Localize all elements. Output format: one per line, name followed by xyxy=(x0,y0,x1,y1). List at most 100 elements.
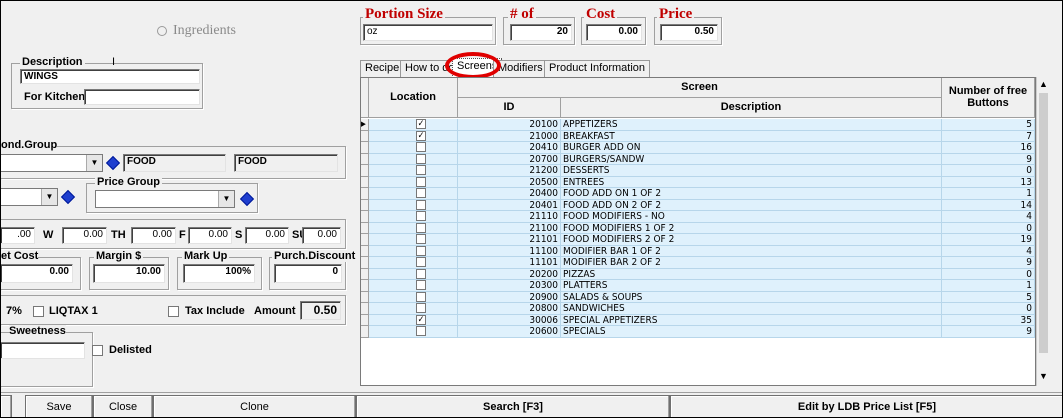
id-cell[interactable]: 11100 xyxy=(458,245,561,257)
location-checkbox[interactable] xyxy=(416,211,426,221)
location-checkbox[interactable]: ✓ xyxy=(416,314,426,325)
location-checkbox[interactable] xyxy=(416,199,426,210)
ingredients-radio[interactable] xyxy=(157,26,167,36)
location-cell[interactable] xyxy=(369,303,458,315)
location-checkbox[interactable] xyxy=(416,165,426,175)
location-checkbox[interactable]: ✓ xyxy=(416,130,426,141)
id-cell[interactable]: 20401 xyxy=(458,199,561,211)
location-cell[interactable] xyxy=(369,188,458,200)
description-cell[interactable]: FOOD ADD ON 1 OF 2 xyxy=(561,188,942,200)
free-buttons-cell[interactable]: 5 xyxy=(942,291,1035,303)
table-row[interactable]: 20410 BURGER ADD ON 16 xyxy=(361,142,1035,154)
free-buttons-cell[interactable]: 4 xyxy=(942,245,1035,257)
description-cell[interactable]: FOOD MODIFIERS 2 OF 2 xyxy=(561,234,942,246)
id-cell[interactable]: 20500 xyxy=(458,176,561,188)
description-cell[interactable]: PLATTERS xyxy=(561,280,942,292)
id-cell[interactable]: 21200 xyxy=(458,165,561,177)
margin-field[interactable]: 10.00 xyxy=(93,264,165,283)
location-cell[interactable] xyxy=(369,153,458,165)
table-row[interactable]: 21200 DESSERTS 0 xyxy=(361,165,1035,177)
location-checkbox[interactable] xyxy=(416,303,426,313)
description-cell[interactable]: BREAKFAST xyxy=(561,130,942,142)
table-row[interactable]: 20500 ENTREES 13 xyxy=(361,176,1035,188)
row-indicator[interactable] xyxy=(361,314,369,326)
row-indicator[interactable] xyxy=(361,211,369,223)
id-cell[interactable]: 20700 xyxy=(458,153,561,165)
description-cell[interactable]: MODIFIER BAR 2 OF 2 xyxy=(561,257,942,269)
table-row[interactable]: 20401 FOOD ADD ON 2 OF 2 14 xyxy=(361,199,1035,211)
id-cell[interactable]: 21110 xyxy=(458,211,561,223)
free-buttons-cell[interactable]: 9 xyxy=(942,257,1035,269)
location-checkbox[interactable] xyxy=(416,257,426,267)
id-cell[interactable]: 20800 xyxy=(458,303,561,315)
edit-by-ldb-price-list-button[interactable]: Edit by LDB Price List [F5] xyxy=(670,395,1062,417)
id-cell[interactable]: 21100 xyxy=(458,222,561,234)
table-row[interactable]: 21100 FOOD MODIFIERS 1 OF 20 xyxy=(361,222,1035,234)
day-price-th[interactable]: 0.00 xyxy=(62,227,107,244)
tab-recipe[interactable]: Recipe xyxy=(360,60,405,77)
table-row[interactable]: 20700 BURGERS/SANDW 9 xyxy=(361,153,1035,165)
delisted-checkbox[interactable] xyxy=(92,345,103,356)
cond-group-lookup-icon[interactable] xyxy=(105,155,121,171)
location-cell[interactable]: ✓ xyxy=(369,314,458,326)
tab-modifiers[interactable]: Modifiers xyxy=(493,60,548,77)
day-price-su[interactable]: 0.00 xyxy=(245,227,289,244)
table-row[interactable]: ✓ 21000 BREAKFAST 7 xyxy=(361,130,1035,142)
row-indicator[interactable] xyxy=(361,268,369,280)
free-buttons-cell[interactable]: 0 xyxy=(942,268,1035,280)
description-cell[interactable]: FOOD ADD ON 2 OF 2 xyxy=(561,199,942,211)
location-cell[interactable] xyxy=(369,291,458,303)
free-buttons-cell[interactable]: 13 xyxy=(942,176,1035,188)
location-cell[interactable] xyxy=(369,199,458,211)
free-buttons-cell[interactable]: 1 xyxy=(942,280,1035,292)
table-row[interactable]: 20400 FOOD ADD ON 1 OF 21 xyxy=(361,188,1035,200)
day-price-extra[interactable]: 0.00 xyxy=(302,227,341,244)
price-field[interactable]: 0.50 xyxy=(660,24,718,41)
close-button[interactable]: Close xyxy=(93,395,153,417)
price-group-dropdown[interactable]: ▼ xyxy=(95,190,235,208)
description-cell[interactable]: BURGERS/SANDW xyxy=(561,153,942,165)
location-checkbox[interactable] xyxy=(416,326,426,336)
grid-header-location[interactable]: Location xyxy=(369,78,458,118)
free-buttons-cell[interactable]: 19 xyxy=(942,234,1035,246)
row-indicator[interactable] xyxy=(361,176,369,188)
save-button[interactable]: Save xyxy=(25,395,93,417)
id-cell[interactable]: 20300 xyxy=(458,280,561,292)
portion-size-field[interactable]: oz xyxy=(363,24,493,41)
free-buttons-cell[interactable]: 0 xyxy=(942,303,1035,315)
location-cell[interactable] xyxy=(369,257,458,269)
day-price-s[interactable]: 0.00 xyxy=(188,227,232,244)
id-cell[interactable]: 20400 xyxy=(458,188,561,200)
clone-button[interactable]: Clone xyxy=(153,395,356,417)
tax-include-checkbox[interactable] xyxy=(168,306,179,317)
id-cell[interactable]: 20900 xyxy=(458,291,561,303)
location-checkbox[interactable] xyxy=(416,176,426,187)
free-buttons-cell[interactable]: 14 xyxy=(942,199,1035,211)
location-checkbox[interactable] xyxy=(416,280,426,290)
row-indicator[interactable] xyxy=(361,257,369,269)
markup-field[interactable]: 100% xyxy=(183,264,255,283)
description-cell[interactable]: APPETIZERS xyxy=(561,119,942,131)
row-indicator[interactable] xyxy=(361,188,369,200)
location-checkbox[interactable] xyxy=(416,291,426,302)
location-cell[interactable] xyxy=(369,142,458,154)
scroll-up-icon[interactable]: ▲ xyxy=(1039,79,1048,89)
location-checkbox[interactable] xyxy=(416,188,426,198)
description-cell[interactable]: PIZZAS xyxy=(561,268,942,280)
description-cell[interactable]: BURGER ADD ON xyxy=(561,142,942,154)
location-cell[interactable] xyxy=(369,211,458,223)
liqtax-checkbox[interactable] xyxy=(33,306,44,317)
free-buttons-cell[interactable]: 4 xyxy=(942,211,1035,223)
free-buttons-cell[interactable]: 7 xyxy=(942,130,1035,142)
row-indicator[interactable] xyxy=(361,130,369,142)
description-field[interactable]: WINGS xyxy=(20,69,200,84)
description-cell[interactable]: SALADS & SOUPS xyxy=(561,291,942,303)
row-indicator[interactable] xyxy=(361,326,369,338)
group-dropdown[interactable]: ▼ xyxy=(1,188,58,206)
location-cell[interactable] xyxy=(369,234,458,246)
row-indicator[interactable] xyxy=(361,234,369,246)
free-buttons-cell[interactable]: 0 xyxy=(942,165,1035,177)
location-checkbox[interactable] xyxy=(416,268,426,279)
table-row[interactable]: 20200 PIZZAS 0 xyxy=(361,268,1035,280)
num-of-field[interactable]: 20 xyxy=(510,24,572,41)
